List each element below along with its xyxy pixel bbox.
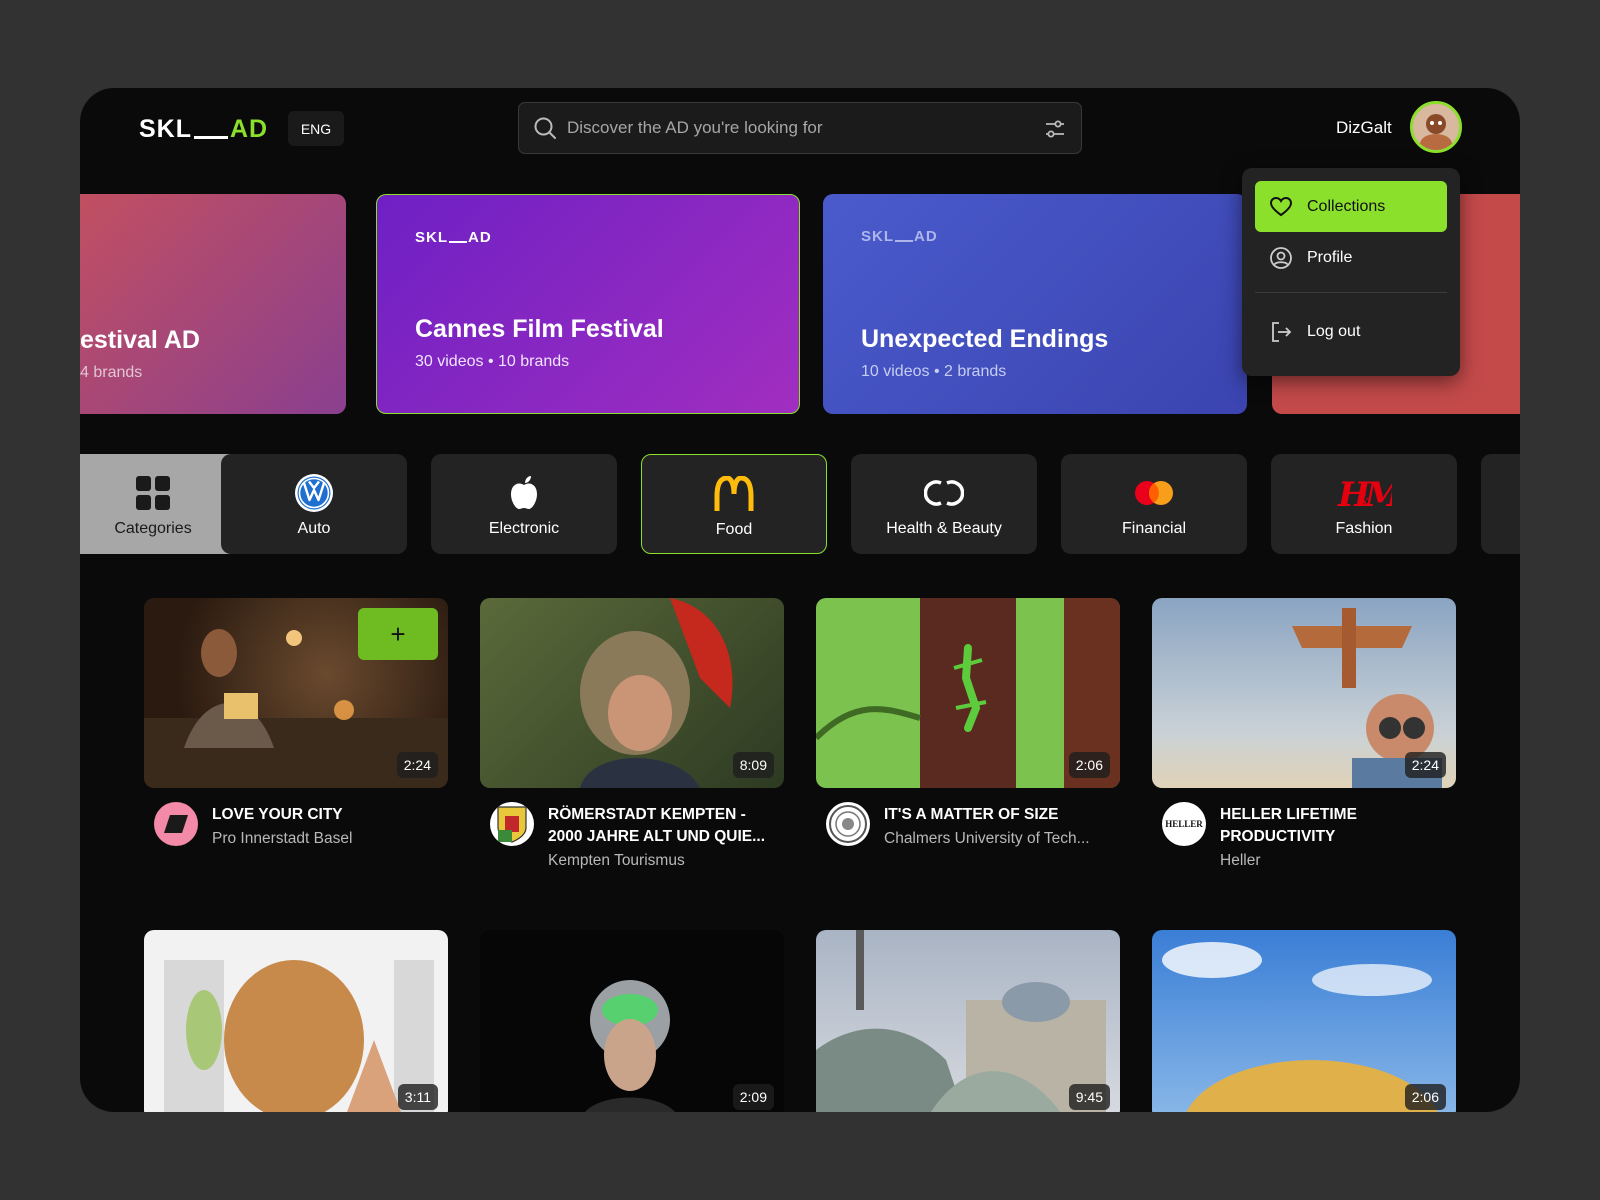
channel-avatar[interactable] (826, 802, 870, 846)
user-circle-icon (1269, 246, 1293, 270)
chip-label: Health & Beauty (886, 520, 1002, 537)
mcdonalds-logo-icon (642, 475, 826, 513)
banner-unexpected-endings[interactable]: SKL AD Unexpected Endings 10 videos • 2 b… (823, 194, 1247, 414)
video-thumbnail[interactable]: 2:09 (480, 930, 784, 1112)
channel-avatar[interactable] (490, 802, 534, 846)
chip-label: Electronic (488, 520, 560, 537)
video-title[interactable]: RÖMERSTADT KEMPTEN - 2000 JAHRE ALT UND … (548, 804, 784, 848)
chip-health-beauty[interactable]: Health & Beauty (851, 454, 1037, 554)
chip-label: Fashion (1335, 520, 1393, 537)
banner-title: Cannes Film Festival (415, 315, 664, 343)
menu-item-label: Log out (1307, 322, 1361, 340)
banner-festival-ad[interactable]: estival AD 4 brands (80, 194, 346, 414)
chip-label: Auto (297, 520, 331, 537)
banner-meta: 10 videos • 2 brands (861, 363, 1007, 380)
video-duration: 2:24 (396, 752, 438, 778)
banner-cannes[interactable]: SKL AD Cannes Film Festival 30 videos • 1… (376, 194, 800, 414)
video-card[interactable]: + 2:24 LOVE YOUR CITY Pro Innerstadt Bas… (144, 598, 448, 847)
video-duration: 2:09 (732, 1084, 774, 1110)
volkswagen-logo-icon (221, 474, 407, 512)
channel-avatar[interactable] (154, 802, 198, 846)
banner-title: Unexpected Endings (861, 325, 1109, 353)
video-channel[interactable]: Kempten Tourismus (548, 852, 685, 870)
video-duration: 3:11 (397, 1084, 438, 1110)
video-title[interactable]: HELLER LIFETIME PRODUCTIVITY (1220, 804, 1456, 848)
video-title[interactable]: IT'S A MATTER OF SIZE (884, 804, 1120, 826)
search-bar (518, 102, 1082, 154)
video-thumbnail[interactable]: 3:11 (144, 930, 448, 1112)
video-card[interactable]: 3:11 (144, 930, 448, 1112)
banner-logo: SKL AD (415, 229, 492, 246)
menu-item-profile[interactable]: Profile (1255, 232, 1447, 283)
video-duration: 9:45 (1068, 1084, 1110, 1110)
apple-logo-icon (431, 474, 617, 512)
chip-fashion[interactable]: H&M Fashion (1271, 454, 1457, 554)
video-card[interactable]: 2:24 HELLER HELLER LIFETIME PRODUCTIVITY… (1152, 598, 1456, 869)
menu-item-collections[interactable]: Collections (1255, 181, 1447, 232)
video-card[interactable]: 2:09 (480, 930, 784, 1112)
mastercard-logo-icon (1061, 474, 1247, 512)
language-button[interactable]: ENG (288, 111, 344, 146)
menu-item-label: Collections (1307, 197, 1386, 215)
video-thumbnail[interactable]: 2:24 (1152, 598, 1456, 788)
logout-icon (1269, 320, 1293, 344)
chip-financial[interactable]: Financial (1061, 454, 1247, 554)
banner-meta: 4 brands (80, 364, 143, 381)
chip-label: Food (715, 521, 753, 538)
chip-auto[interactable]: Auto (221, 454, 407, 554)
video-channel[interactable]: Heller (1220, 852, 1260, 870)
video-card[interactable]: 2:06 (1152, 930, 1456, 1112)
search-input[interactable] (567, 103, 1027, 153)
video-channel[interactable]: Chalmers University of Tech... (884, 830, 1090, 848)
app-window: SKL AD ENG DizGalt estival AD 4 brands S… (80, 88, 1520, 1112)
logo-left-text: SKL (139, 115, 192, 143)
chip-electronic[interactable]: Electronic (431, 454, 617, 554)
logo[interactable]: SKL AD (139, 114, 268, 144)
avatar-image (1413, 104, 1459, 150)
logo-right-text: AD (230, 115, 269, 143)
video-card[interactable]: 8:09 RÖMERSTADT KEMPTEN - 2000 JAHRE ALT… (480, 598, 784, 869)
banner-logo: SKL AD (861, 228, 938, 245)
channel-avatar[interactable]: HELLER (1162, 802, 1206, 846)
video-title[interactable]: LOVE YOUR CITY (212, 804, 448, 826)
search-icon (534, 117, 556, 139)
video-card[interactable]: 9:45 (816, 930, 1120, 1112)
user-menu: Collections Profile Log out (1242, 168, 1460, 376)
video-thumbnail[interactable]: 2:06 (1152, 930, 1456, 1112)
channel-logo-text: HELLER (1165, 819, 1203, 829)
logo-gap (194, 136, 228, 139)
chip-partial[interactable] (1481, 454, 1520, 554)
video-duration: 2:06 (1068, 752, 1110, 778)
username-label[interactable]: DizGalt (1336, 118, 1392, 138)
banner-title: estival AD (80, 326, 200, 354)
menu-item-label: Profile (1307, 248, 1353, 266)
avatar[interactable] (1410, 101, 1462, 153)
chip-label: Financial (1121, 520, 1187, 537)
menu-item-logout[interactable]: Log out (1255, 306, 1447, 357)
video-duration: 2:06 (1404, 1084, 1446, 1110)
banner-meta: 30 videos • 10 brands (415, 353, 570, 370)
svg-text:M: M (1364, 475, 1392, 512)
chanel-logo-icon (851, 474, 1037, 512)
hm-logo-icon: H&M (1271, 474, 1457, 512)
add-to-collection-button[interactable]: + (358, 608, 438, 660)
video-card[interactable]: 2:06 IT'S A MATTER OF SIZE Chalmers Univ… (816, 598, 1120, 847)
video-thumbnail[interactable]: 9:45 (816, 930, 1120, 1112)
video-duration: 8:09 (732, 752, 774, 778)
video-thumbnail[interactable]: 8:09 (480, 598, 784, 788)
menu-divider (1255, 292, 1447, 293)
video-duration: 2:24 (1404, 752, 1446, 778)
video-thumbnail[interactable]: 2:06 (816, 598, 1120, 788)
heart-icon (1269, 195, 1293, 219)
filter-icon[interactable] (1043, 117, 1067, 141)
video-channel[interactable]: Pro Innerstadt Basel (212, 830, 352, 848)
chip-food[interactable]: Food (641, 454, 827, 554)
video-thumbnail[interactable]: + 2:24 (144, 598, 448, 788)
